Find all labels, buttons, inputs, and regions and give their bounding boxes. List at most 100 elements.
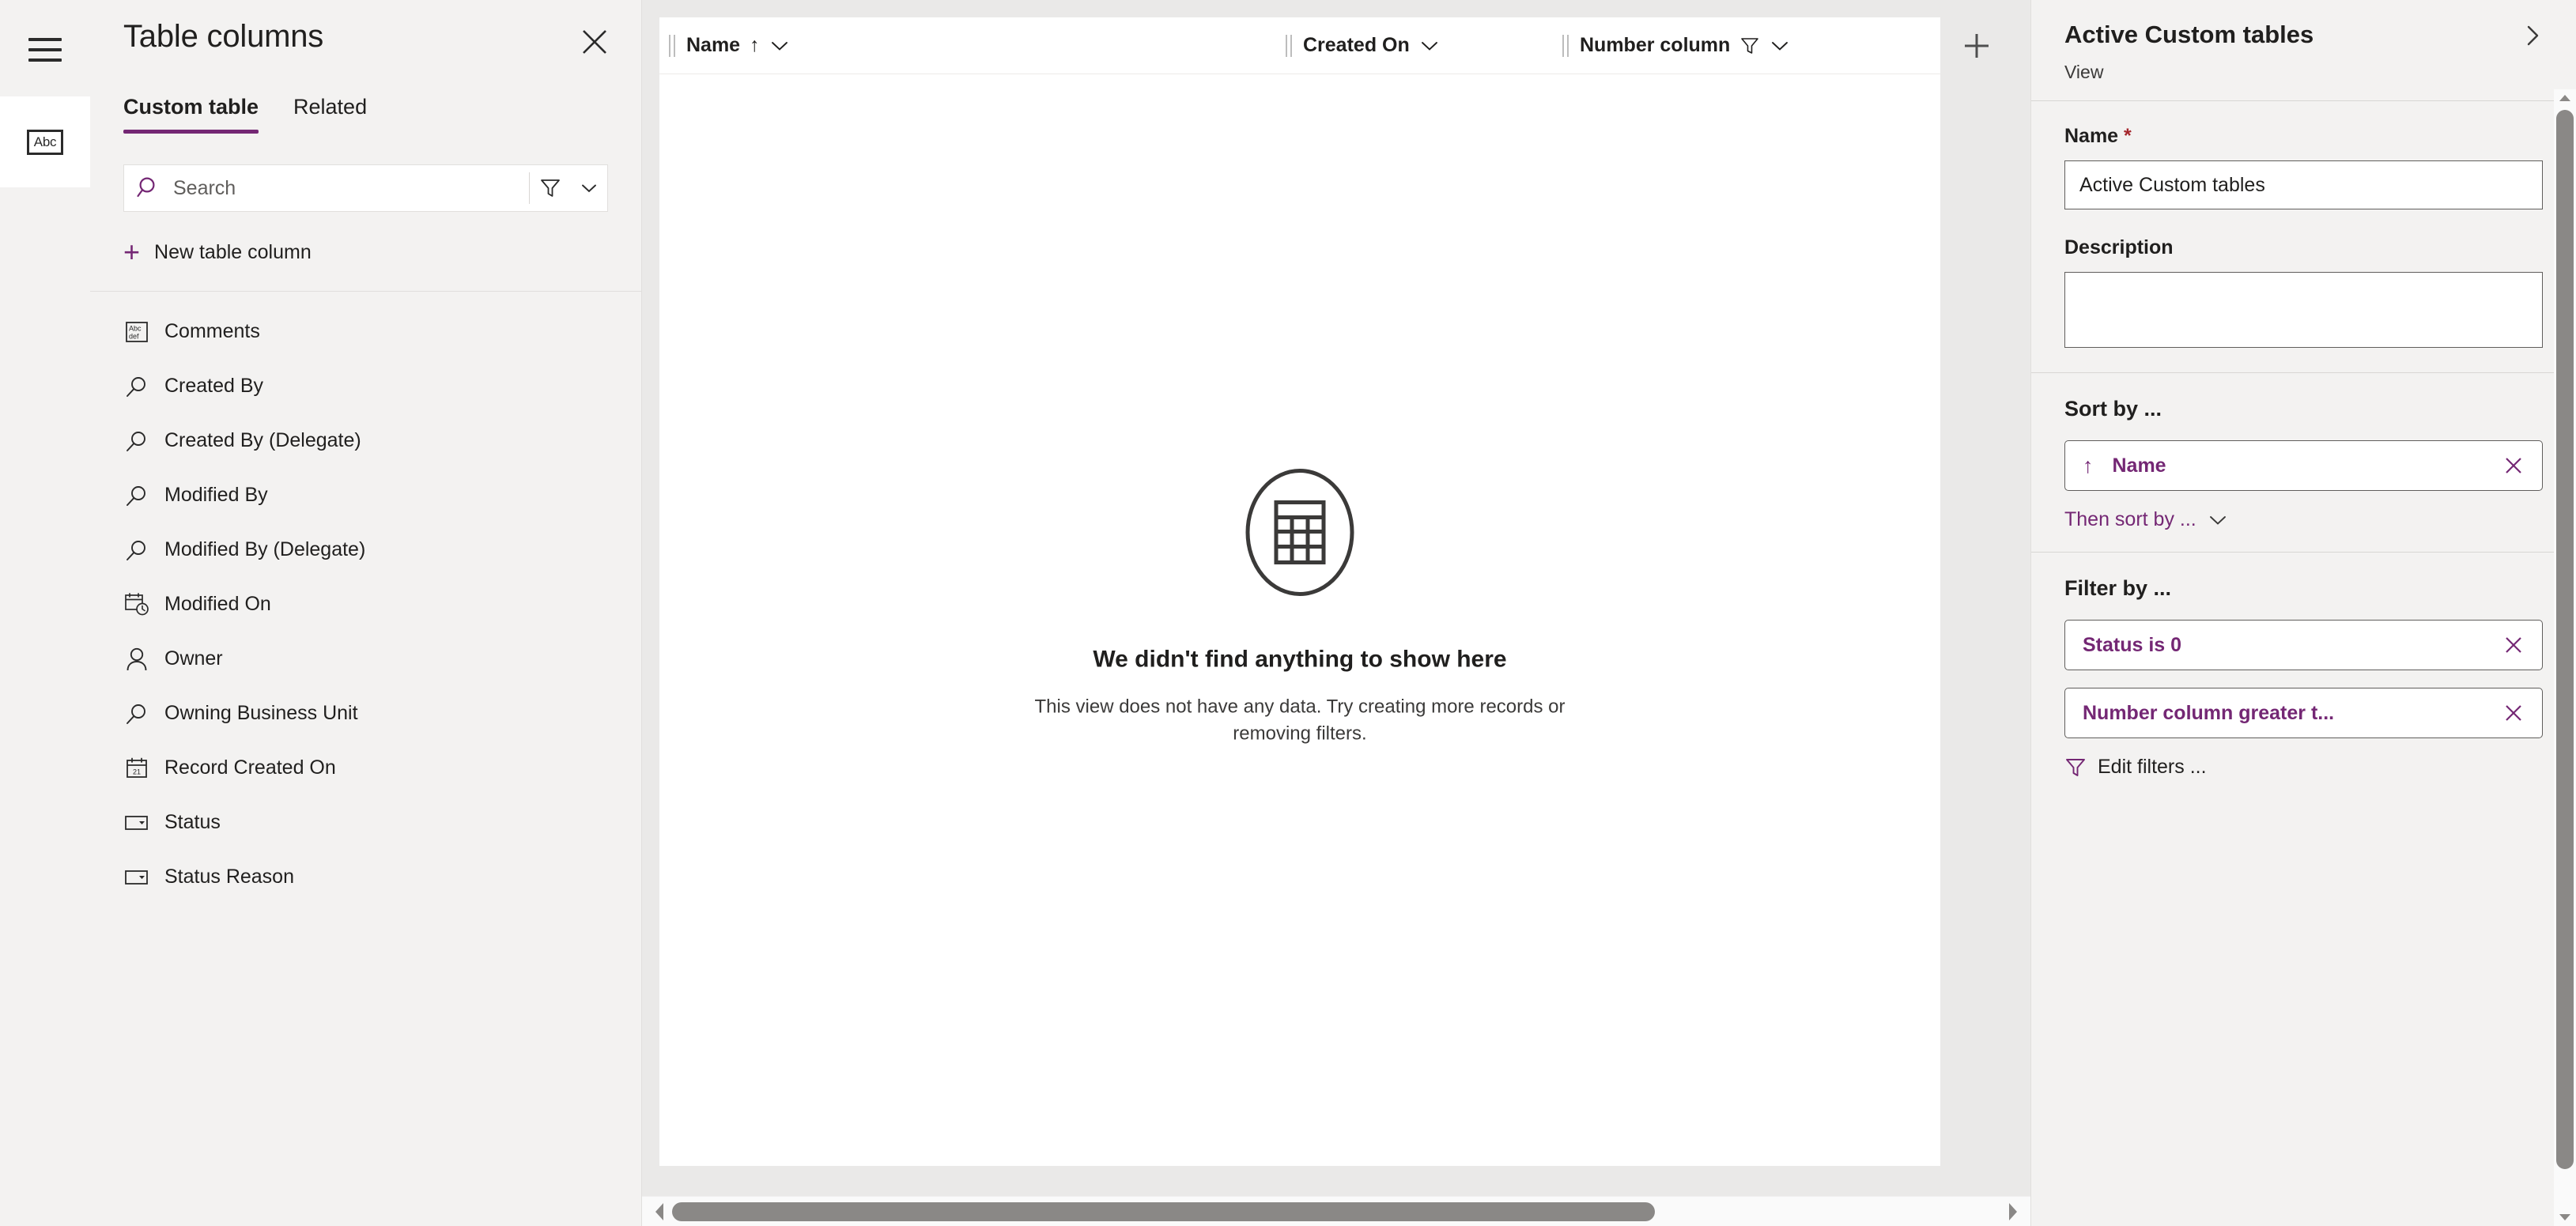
sort-by-section: Sort by ... ↑ Name Then sort by ...	[2031, 373, 2576, 552]
table-column-item-comments[interactable]: Abc def Comments	[90, 304, 641, 359]
search-box[interactable]	[123, 164, 608, 212]
tab-related-label: Related	[293, 95, 368, 119]
table-column-item-status[interactable]: Status	[90, 795, 641, 850]
table-column-label: Created By (Delegate)	[164, 429, 361, 451]
new-table-column-button[interactable]: + New table column	[90, 220, 641, 285]
panel-title: Table columns	[123, 19, 324, 54]
remove-filter-button[interactable]	[2496, 635, 2531, 655]
close-icon	[2506, 637, 2521, 653]
tab-related[interactable]: Related	[293, 89, 367, 134]
svg-text:def: def	[129, 332, 139, 340]
sort-pill-name[interactable]: ↑ Name	[2064, 440, 2543, 491]
table-column-item-modified-by-delegate[interactable]: Modified By (Delegate)	[90, 522, 641, 577]
column-menu-button[interactable]	[1770, 36, 1790, 56]
caret-down-icon	[2559, 1214, 2570, 1220]
close-panel-button[interactable]	[575, 22, 614, 62]
app-root: Abc Table columns Custom table Related S…	[0, 0, 2576, 1226]
right-panel-vertical-scrollbar[interactable]	[2554, 89, 2576, 1226]
description-textarea[interactable]	[2064, 272, 2543, 348]
text-abc-def-icon: Abc def	[123, 321, 150, 342]
table-column-item-created-by[interactable]: Created By	[90, 359, 641, 413]
lookup-search-icon	[123, 702, 150, 726]
table-column-item-owner[interactable]: Owner	[90, 632, 641, 686]
grid-area: Name ↑ Created On Number column We didn'…	[642, 0, 2030, 1226]
remove-filter-button[interactable]	[2496, 703, 2531, 723]
table-column-item-modified-on[interactable]: Modified On	[90, 577, 641, 632]
column-menu-button[interactable]	[1419, 36, 1440, 56]
plus-icon: +	[123, 236, 141, 268]
svg-text:21: 21	[133, 768, 141, 775]
caret-right-icon	[2009, 1202, 2017, 1220]
rail-item-table[interactable]: Abc	[0, 96, 90, 187]
date-time-icon	[123, 593, 150, 616]
table-in-circle-icon	[1226, 458, 1373, 609]
grid-column-header-number-column[interactable]: Number column	[1562, 17, 1894, 74]
remove-sort-button[interactable]	[2496, 455, 2531, 476]
table-column-label: Modified By	[164, 484, 268, 506]
scroll-left-button[interactable]	[647, 1201, 672, 1222]
table-column-label: Created By	[164, 375, 264, 397]
column-resize-grip-icon[interactable]	[1562, 34, 1569, 57]
empty-state-message: This view does not have any data. Try cr…	[1034, 696, 1566, 745]
column-filter-indicator-icon	[1739, 36, 1760, 56]
table-column-label: Owner	[164, 647, 223, 670]
edit-filters-button[interactable]: Edit filters ...	[2064, 756, 2543, 779]
scroll-right-button[interactable]	[2000, 1201, 2026, 1222]
table-column-item-modified-by[interactable]: Modified By	[90, 468, 641, 522]
filter-pill-status[interactable]: Status is 0	[2064, 620, 2543, 670]
column-resize-grip-icon[interactable]	[1286, 34, 1292, 57]
grid-header-row: Name ↑ Created On Number column	[659, 17, 1940, 74]
empty-state: We didn't find anything to show here Thi…	[659, 458, 1940, 747]
grid-horizontal-scrollbar[interactable]	[642, 1196, 2030, 1226]
filter-by-title: Filter by ...	[2064, 576, 2172, 600]
horizontal-scroll-track[interactable]	[672, 1197, 2000, 1226]
sort-ascending-icon: ↑	[2083, 453, 2094, 477]
tab-custom-table-label: Custom table	[123, 95, 259, 119]
caret-up-icon	[2559, 95, 2570, 101]
close-icon	[2506, 458, 2521, 473]
required-marker: *	[2124, 125, 2132, 147]
search-filter-button[interactable]	[530, 177, 571, 199]
table-column-item-owning-business-unit[interactable]: Owning Business Unit	[90, 686, 641, 741]
search-filter-chevron[interactable]	[571, 179, 607, 198]
plus-icon	[1965, 34, 1989, 58]
scroll-down-button[interactable]	[2554, 1209, 2576, 1226]
left-icon-rail: Abc	[0, 0, 90, 1226]
table-column-label: Modified By (Delegate)	[164, 538, 366, 560]
grid-column-header-created-on[interactable]: Created On	[1286, 17, 1562, 74]
horizontal-scroll-thumb[interactable]	[672, 1201, 1656, 1221]
then-sort-by-button[interactable]: Then sort by ...	[2064, 508, 2543, 531]
search-row	[90, 150, 641, 212]
table-column-item-record-created-on[interactable]: 21 Record Created On	[90, 741, 641, 795]
table-column-item-created-by-delegate[interactable]: Created By (Delegate)	[90, 413, 641, 468]
add-column-button[interactable]	[1940, 17, 2013, 74]
name-field-label-text: Name	[2064, 125, 2119, 147]
grid-column-header-name[interactable]: Name ↑	[669, 17, 1286, 74]
search-input[interactable]	[173, 176, 529, 200]
table-columns-tabs: Custom table Related	[90, 89, 641, 150]
view-title: Active Custom tables	[2064, 21, 2314, 48]
filter-pill-label: Number column greater t...	[2083, 701, 2335, 724]
vertical-scroll-thumb[interactable]	[2556, 110, 2574, 1169]
column-resize-grip-icon[interactable]	[669, 34, 675, 57]
filter-pill-label: Status is 0	[2083, 633, 2182, 656]
name-input[interactable]	[2064, 160, 2543, 209]
scroll-up-button[interactable]	[2554, 89, 2576, 107]
table-column-label: Owning Business Unit	[164, 702, 358, 724]
funnel-icon	[2066, 758, 2085, 776]
table-column-item-status-reason[interactable]: Status Reason	[90, 850, 641, 904]
column-menu-button[interactable]	[769, 36, 790, 56]
chevron-down-icon	[1421, 41, 1437, 51]
close-icon	[583, 30, 606, 54]
view-subtitle: View	[2064, 62, 2104, 82]
tab-custom-table[interactable]: Custom table	[123, 89, 259, 134]
hamburger-menu-button[interactable]	[0, 24, 90, 76]
collapse-panel-button[interactable]	[2514, 17, 2551, 54]
svg-text:Abc: Abc	[129, 324, 142, 332]
description-field-label: Description	[2064, 236, 2174, 258]
calendar-icon: 21	[123, 757, 150, 779]
then-sort-by-label: Then sort by ...	[2064, 508, 2196, 530]
grid-card: Name ↑ Created On Number column We didn'…	[659, 17, 1940, 1166]
table-columns-list: Abc def Comments Created By Created By (…	[90, 292, 641, 904]
filter-pill-number-column[interactable]: Number column greater t...	[2064, 688, 2543, 738]
